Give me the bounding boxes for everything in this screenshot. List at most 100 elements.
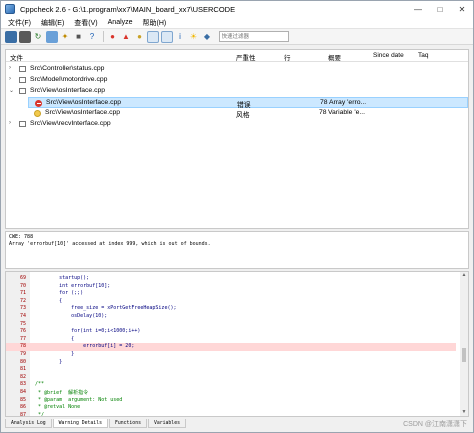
code-text: /** [35,381,45,388]
file-icon [19,66,26,72]
tab-analysis-log[interactable]: Analysis Log [5,419,52,428]
line-number: 83 [19,381,26,388]
column-line[interactable]: 行 [284,52,291,62]
code-text: * @brief 解析指令 [35,390,89,396]
tree-row-severity: 风格 [236,112,250,119]
code-line: 87 */ [6,412,456,416]
tree-row-line: 78 [319,109,327,116]
menu-help[interactable]: 帮助(H) [140,18,170,28]
code-editor[interactable]: 69 startup(); 70 int errorbuf[10]; 71 for … [5,271,469,417]
save-icon[interactable] [18,30,31,43]
open-icon[interactable] [5,30,17,43]
chevron-right-icon[interactable]: › [9,120,11,126]
code-text: for(int i=0;i<1000;i++) [35,328,141,335]
tree-row-error-selected[interactable]: Src\View\osInterface.cpp 错误 78 Array 'er… [28,97,468,109]
tree-row[interactable]: ⌄ Src\View\osInterface.cpp [6,86,468,97]
line-number: 72 [19,297,26,304]
show-style-icon[interactable]: ● [134,31,146,43]
menu-bar: 文件(F) 编辑(E) 查看(V) Analyze 帮助(H) [1,17,473,29]
line-number: 84 [19,389,26,395]
code-line: 73 free_size = xPortGetFreeHeapSize(); [6,305,456,313]
cwe-label: CWE: 788 [9,234,34,240]
scroll-down-icon[interactable]: ▼ [460,409,468,416]
column-since-date[interactable]: Since date [373,52,404,59]
show-warnings-icon[interactable]: ▲ [120,31,132,43]
code-text: } [35,351,75,357]
line-number: 76 [19,328,26,335]
toolbar-separator [102,31,104,42]
code-text: * @retval None [35,404,81,411]
maximize-icon[interactable]: □ [429,1,451,17]
code-line: 79 } [6,351,456,359]
minimize-icon[interactable]: — [407,1,429,17]
chevron-right-icon[interactable]: › [9,76,11,82]
warning-detail-panel[interactable]: CWE: 788 Array 'errorbuf[10]' accessed a… [5,231,469,269]
scroll-up-icon[interactable]: ▲ [460,272,468,279]
code-line: 74 osDelay(10); [6,313,456,321]
title-bar[interactable]: Cppcheck 2.6 - G:\1.program\xx7\MAIN_boa… [1,1,473,17]
line-number: 74 [19,313,26,319]
code-text: startup(); [35,275,90,281]
file-icon [19,77,26,83]
code-line: 84 * @brief 解析指令 [6,389,456,397]
code-text: { [35,335,75,342]
column-summary[interactable]: 概要 [328,52,341,62]
code-line: 70 int errorbuf[10]; [6,283,456,291]
line-number: 77 [19,335,26,342]
show-errors-icon[interactable]: ● [107,31,119,43]
code-line: 69 startup(); [6,275,456,283]
column-tag[interactable]: Taq [418,52,428,59]
show-portability-icon[interactable] [160,30,173,43]
scrollbar-thumb[interactable] [462,348,466,362]
column-file[interactable]: 文件 [10,52,23,62]
chevron-down-icon[interactable]: ⌄ [9,87,14,94]
tab-variables[interactable]: Variables [147,419,186,428]
code-line: 76 for(int i=0;i<1000;i++) [6,328,456,336]
menu-edit[interactable]: 编辑(E) [38,18,67,28]
help-icon[interactable]: ? [86,31,98,43]
tree-row[interactable]: › Src\Controller\status.cpp [6,64,468,75]
bottom-tab-bar: Analysis Log Warning Details Functions V… [5,419,469,429]
tree-row-style[interactable]: Src\View\osInterface.cpp 风格 78 Variable … [28,108,468,119]
stop-icon[interactable]: ■ [73,31,85,43]
close-icon[interactable]: ✕ [451,1,473,17]
line-number: 81 [19,366,26,373]
show-cppcheck-icon[interactable]: ☀ [188,31,200,43]
tree-row-file: Src\View\osInterface.cpp [45,109,121,116]
watermark: CSDN @江南潇潇下 [403,421,467,428]
line-number: 70 [19,282,26,289]
style-icon [34,110,41,117]
code-text: free_size = xPortGetFreeHeapSize(); [35,305,177,312]
line-number: 71 [19,290,26,297]
tree-row-summary: Variable 'e... [328,109,366,116]
tree-row[interactable]: › Src\View\recvInterface.cpp [6,119,468,130]
show-information-icon[interactable]: i [174,31,186,43]
tree-row-file: Src\Model\motordrive.cpp [30,76,108,83]
show-performance-icon[interactable] [147,30,159,43]
recheck-icon[interactable] [45,30,58,43]
show-clang-icon[interactable]: ◆ [201,31,213,43]
column-severity[interactable]: 严重性 [236,52,256,62]
chevron-right-icon[interactable]: › [9,65,11,71]
reload-icon[interactable]: ↻ [32,31,44,43]
error-icon [35,100,42,107]
clear-icon[interactable]: ✦ [59,31,71,43]
quick-filter-input[interactable] [218,31,289,42]
line-number: 75 [19,320,26,327]
menu-view[interactable]: 查看(V) [71,18,100,28]
menu-analyze[interactable]: Analyze [105,19,136,26]
line-number: 80 [19,358,26,365]
code-line: 80 } [6,359,456,367]
code-text: for (;;) [35,290,84,297]
tab-functions[interactable]: Functions [108,419,147,428]
results-tree[interactable]: 文件 严重性 行 概要 Since date Taq › Src\Control… [5,49,469,229]
cppcheck-app-icon [5,4,15,14]
file-icon [19,88,26,94]
tab-warning-details[interactable]: Warning Details [52,419,108,428]
tree-row[interactable]: › Src\Model\motordrive.cpp [6,75,468,86]
code-line: 81 [6,366,456,374]
menu-file[interactable]: 文件(F) [5,18,34,28]
line-number: 69 [19,275,26,281]
code-scrollbar[interactable]: ▲ ▼ [460,272,468,416]
tree-row-file: Src\Controller\status.cpp [30,65,105,72]
